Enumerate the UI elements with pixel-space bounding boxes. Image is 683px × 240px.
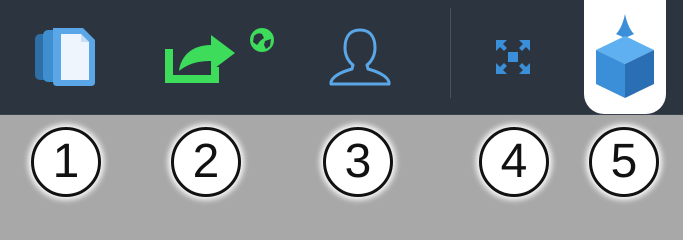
logo-tab[interactable]	[584, 0, 666, 114]
pages-button[interactable]	[28, 0, 104, 114]
callout-badge-1: 1	[31, 127, 101, 197]
fullscreen-button[interactable]	[478, 0, 548, 114]
pages-icon	[35, 28, 95, 86]
user-icon	[329, 28, 391, 86]
callout-badge-2: 2	[171, 127, 241, 197]
callout-badge-3: 3	[323, 127, 393, 197]
callout-badge-5: 5	[589, 127, 659, 197]
cube-logo-icon	[596, 14, 654, 98]
callout-badge-4: 4	[479, 127, 549, 197]
fullscreen-icon	[496, 40, 530, 74]
share-web-button[interactable]	[160, 0, 282, 114]
toolbar	[0, 0, 683, 115]
toolbar-divider	[450, 8, 451, 98]
share-web-icon	[165, 28, 274, 83]
user-button[interactable]	[322, 0, 398, 114]
